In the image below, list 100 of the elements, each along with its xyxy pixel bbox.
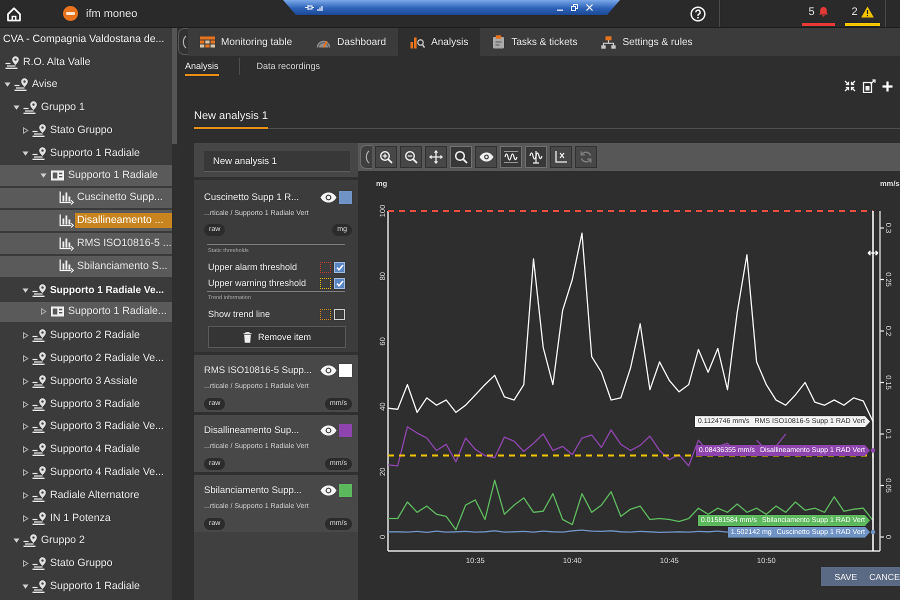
color-swatch[interactable]: [339, 424, 352, 436]
eye-icon[interactable]: [320, 424, 337, 436]
line-style-swatch[interactable]: [320, 308, 331, 320]
name-field[interactable]: New analysis 1: [204, 151, 350, 172]
line-style-swatch[interactable]: [320, 278, 331, 288]
tree-item[interactable]: Supporto 3 Radiale Ve...: [0, 416, 172, 438]
zoom-out-button[interactable]: [400, 146, 422, 168]
bar-chart-icon: [59, 259, 74, 274]
eye-icon[interactable]: [320, 364, 337, 376]
tree-item[interactable]: Supporto 3 Assiale: [0, 370, 172, 393]
tree-item[interactable]: Supporto 2 Radiale: [0, 324, 172, 348]
color-swatch[interactable]: [339, 190, 352, 204]
search-button[interactable]: [450, 146, 472, 168]
tree-item[interactable]: Cuscinetto Supp...: [0, 188, 172, 210]
location-pin-icon: [32, 466, 47, 480]
location-pin-icon: [32, 124, 47, 138]
tree-item[interactable]: Supporto 2 Radiale Ve...: [0, 347, 172, 370]
waveform-cursor-button[interactable]: [525, 146, 547, 168]
checkmark-icon: [336, 264, 344, 270]
tree-item[interactable]: Radiale Alternatore: [0, 484, 172, 507]
sub-tab[interactable]: Analysis: [185, 61, 219, 76]
series-title: Disallineamento Sup...: [204, 424, 300, 436]
scrollbar-thumb[interactable]: [172, 28, 177, 144]
caret-right-icon[interactable]: [22, 332, 29, 340]
caret-right-icon[interactable]: [22, 127, 29, 134]
eye-icon[interactable]: [320, 484, 337, 496]
caret-down-icon[interactable]: [40, 172, 47, 179]
caret-right-icon[interactable]: [22, 492, 29, 499]
collapse-handle[interactable]: [178, 28, 188, 55]
tree-item[interactable]: RMS ISO10816-5 ...: [0, 233, 172, 256]
tree-item[interactable]: Sbilanciamento S...: [0, 256, 172, 279]
export-icon[interactable]: [862, 79, 876, 93]
cancel-button[interactable]: CANCE: [868, 567, 900, 586]
caret-down-icon[interactable]: [22, 583, 29, 590]
sub-tab[interactable]: Data recordings: [256, 61, 320, 76]
tree-item[interactable]: Supporto 4 Radiale: [0, 438, 172, 462]
tree-item[interactable]: Gruppo 1: [0, 96, 172, 120]
caret-down-icon[interactable]: [13, 104, 20, 112]
tree-item[interactable]: R.O. Alta Valle: [0, 50, 172, 74]
save-button[interactable]: SAVE: [821, 567, 868, 586]
caret-right-icon[interactable]: [22, 514, 29, 522]
chart-magnifier-icon: [410, 36, 426, 48]
tree-item[interactable]: Stato Gruppo: [0, 119, 172, 142]
caret-down-icon[interactable]: [4, 81, 11, 88]
caret-right-icon[interactable]: [40, 308, 47, 316]
tree-item[interactable]: Stato Gruppo: [0, 552, 172, 576]
tree-item[interactable]: Avise: [0, 74, 172, 96]
main-tab[interactable]: Dashboard: [304, 28, 398, 56]
caret-right-icon[interactable]: [22, 469, 29, 476]
tree-item[interactable]: Supporto 1 Radiale...: [0, 302, 172, 324]
pin-icon[interactable]: [305, 4, 314, 11]
close-icon[interactable]: [586, 4, 593, 11]
main-tab[interactable]: Tasks & tickets: [480, 28, 590, 56]
drag-handle-icon[interactable]: [867, 250, 879, 256]
tree-item[interactable]: Supporto 1 Radiale: [0, 164, 172, 188]
tree-item[interactable]: Supporto 1 Radiale Ve...: [0, 278, 172, 302]
checkbox[interactable]: [334, 262, 345, 272]
help-icon[interactable]: [690, 6, 706, 22]
checkbox[interactable]: [334, 308, 345, 320]
pan-button[interactable]: [425, 146, 447, 168]
bar-chart-icon: [59, 190, 74, 205]
caret-right-icon[interactable]: [22, 446, 29, 454]
caret-down-icon[interactable]: [22, 286, 29, 294]
tree-item[interactable]: Supporto 1 Radiale: [0, 575, 172, 598]
main-tab[interactable]: Monitoring table: [188, 28, 304, 56]
caret-right-icon[interactable]: [22, 423, 29, 430]
eye-button[interactable]: [475, 146, 497, 168]
caret-down-icon[interactable]: [22, 150, 29, 157]
waveform-button[interactable]: [500, 146, 522, 168]
analysis-tab[interactable]: New analysis 1: [194, 109, 268, 129]
zoom-in-button[interactable]: [375, 146, 397, 168]
tree-item[interactable]: Supporto 1 Radiale: [0, 142, 172, 165]
shrink-icon[interactable]: [844, 80, 856, 92]
signal-icon: [317, 4, 324, 11]
remove-item-button[interactable]: Remove item: [208, 326, 346, 348]
caret-right-icon[interactable]: [22, 400, 29, 408]
restore-icon[interactable]: [571, 4, 578, 11]
tree-item[interactable]: Supporto 4 Radiale Ve...: [0, 461, 172, 484]
tree-item[interactable]: IN 1 Potenza: [0, 506, 172, 530]
location-pin-icon: [32, 580, 47, 594]
main-tab[interactable]: Settings & rules: [589, 28, 705, 56]
collapse-handle[interactable]: [360, 145, 372, 169]
logo-icon: [63, 6, 78, 21]
axis-button[interactable]: [550, 146, 572, 168]
color-swatch[interactable]: [339, 364, 352, 376]
line-style-swatch[interactable]: [320, 262, 331, 272]
main-tab[interactable]: Analysis: [398, 28, 480, 56]
caret-right-icon[interactable]: [22, 378, 29, 385]
checkbox[interactable]: [334, 278, 345, 288]
caret-down-icon[interactable]: [13, 537, 20, 544]
add-icon[interactable]: [882, 80, 893, 92]
tree-item[interactable]: CVA - Compagnia Valdostana de...: [0, 28, 172, 51]
color-swatch[interactable]: [339, 484, 352, 496]
eye-icon[interactable]: [320, 192, 337, 202]
tree-item[interactable]: Gruppo 2: [0, 530, 172, 552]
caret-right-icon[interactable]: [22, 560, 29, 568]
caret-right-icon[interactable]: [22, 355, 29, 362]
location-pin-icon: [23, 101, 38, 114]
tree-item[interactable]: Supporto 3 Radiale: [0, 392, 172, 416]
home-icon[interactable]: [6, 6, 22, 22]
